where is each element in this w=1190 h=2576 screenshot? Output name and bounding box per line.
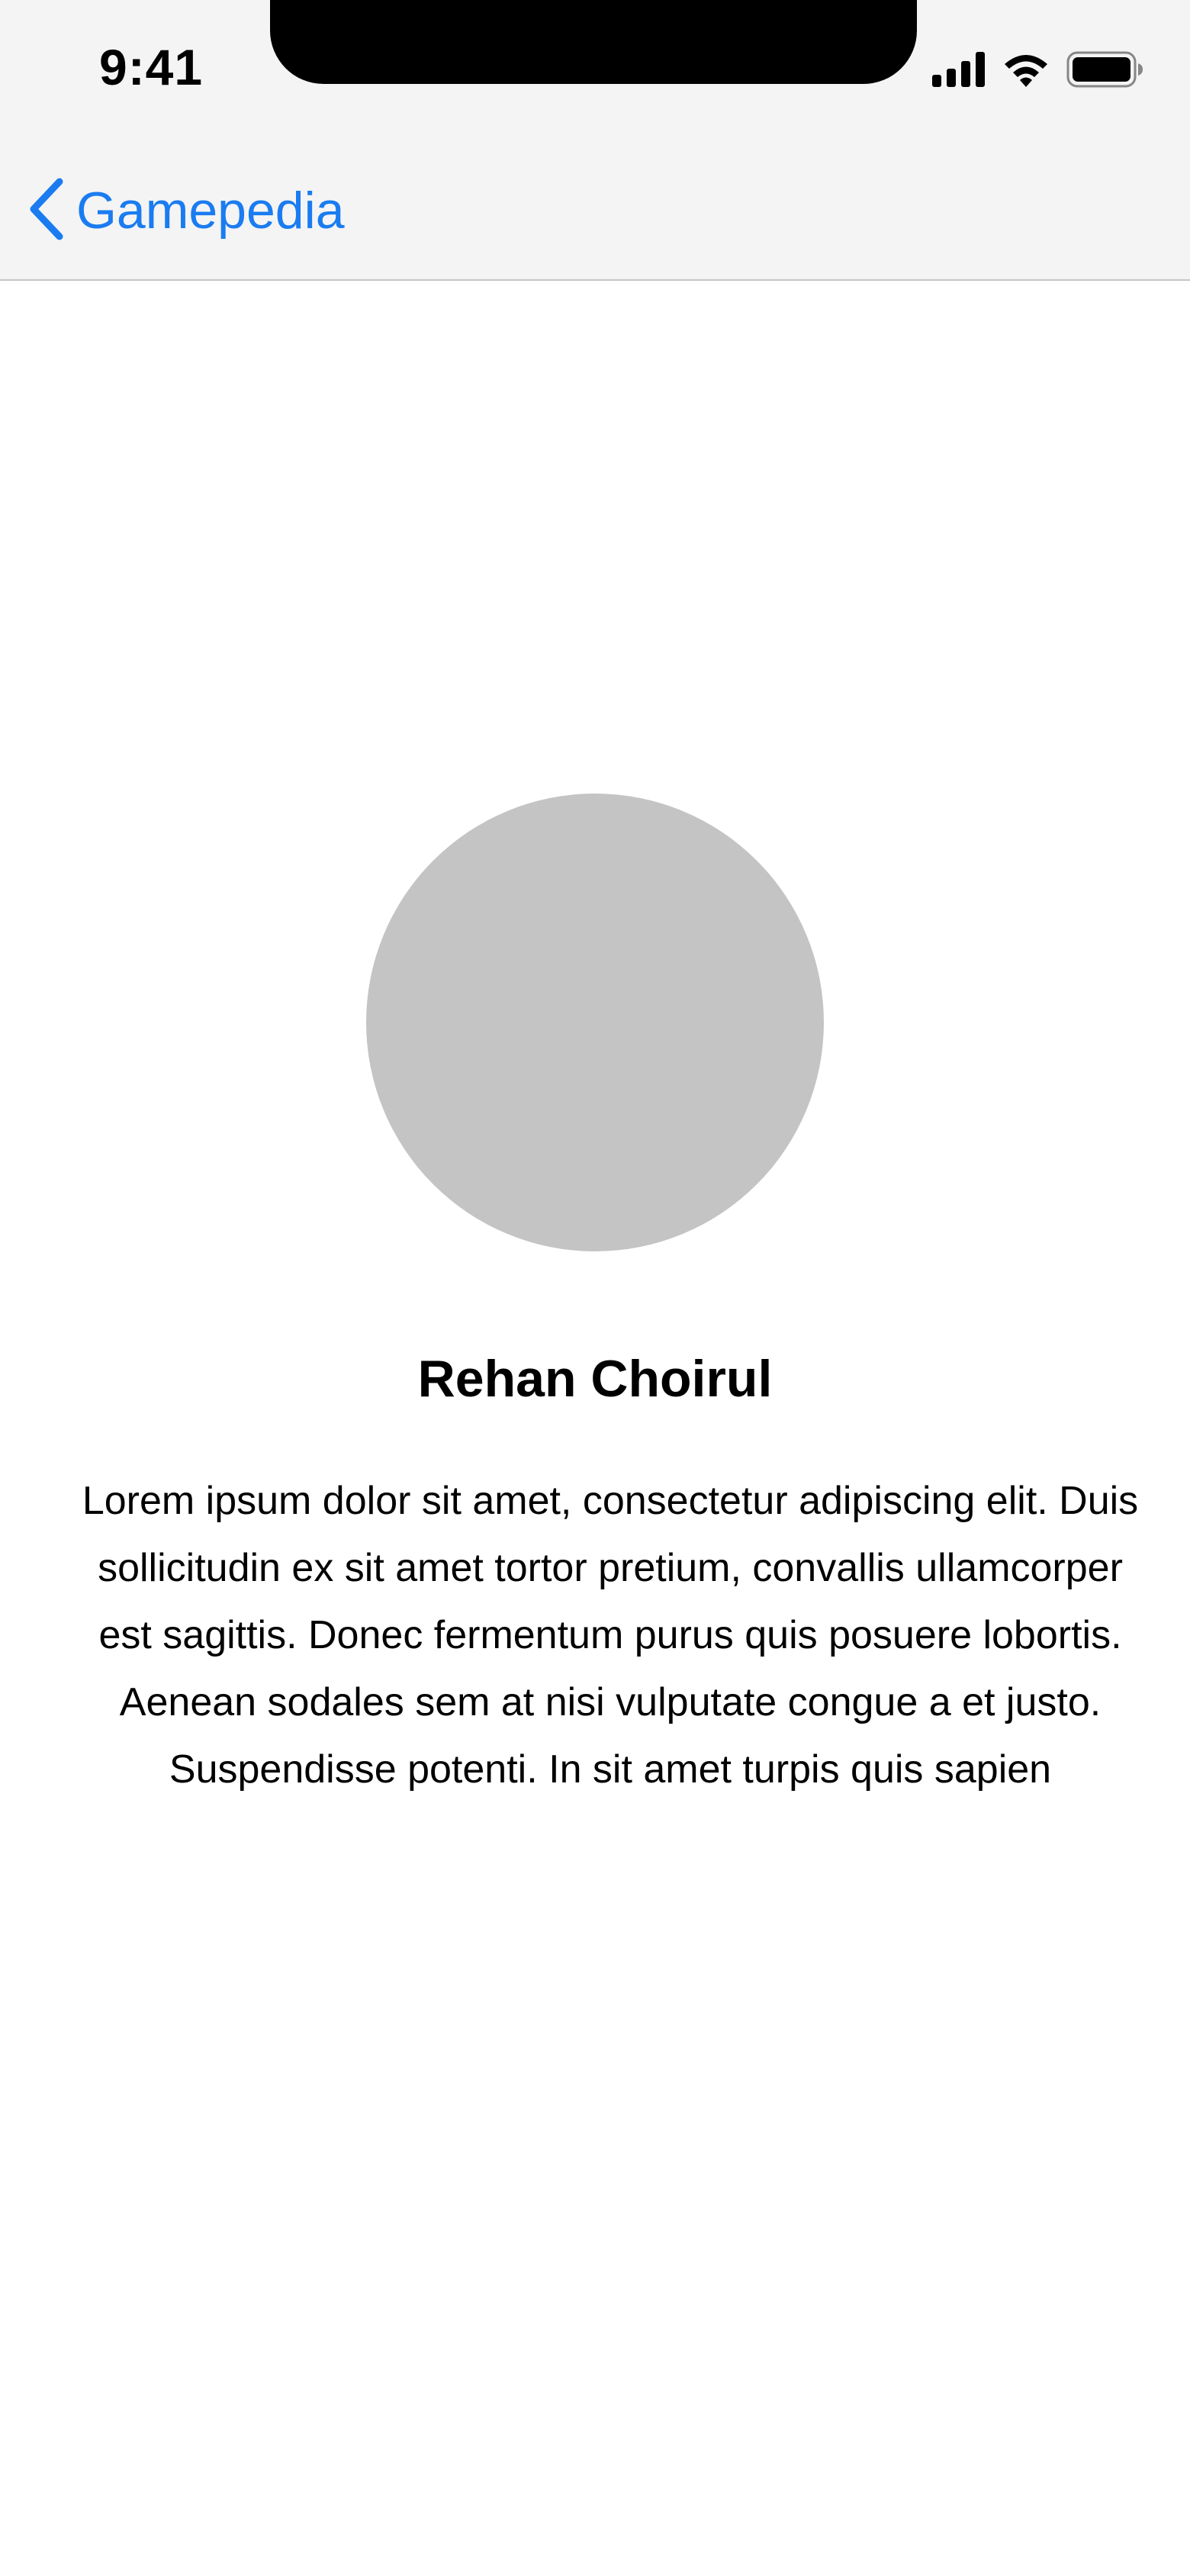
back-label: Gamepedia bbox=[76, 182, 345, 240]
avatar bbox=[366, 794, 824, 1251]
profile-content: Rehan Choirul Lorem ipsum dolor sit amet… bbox=[0, 281, 1190, 2576]
status-time: 9:41 bbox=[99, 39, 204, 95]
profile-name: Rehan Choirul bbox=[417, 1350, 773, 1408]
navigation-bar: Gamepedia bbox=[0, 145, 1190, 279]
status-bar: 9:41 bbox=[0, 0, 1190, 145]
wifi-icon bbox=[1002, 52, 1050, 91]
profile-screen: 9:41 Gamepedia Rehan Choirul Lorem ipsum… bbox=[0, 0, 1190, 2576]
status-icons bbox=[932, 50, 1144, 92]
battery-icon bbox=[1066, 51, 1144, 92]
top-chrome: 9:41 Gamepedia bbox=[0, 0, 1190, 281]
profile-bio: Lorem ipsum dolor sit amet, consectetur … bbox=[82, 1479, 1139, 1792]
back-button[interactable]: Gamepedia bbox=[26, 172, 345, 249]
cellular-signal-icon bbox=[932, 51, 986, 91]
device-notch bbox=[270, 0, 917, 84]
chevron-left-icon bbox=[26, 177, 66, 245]
